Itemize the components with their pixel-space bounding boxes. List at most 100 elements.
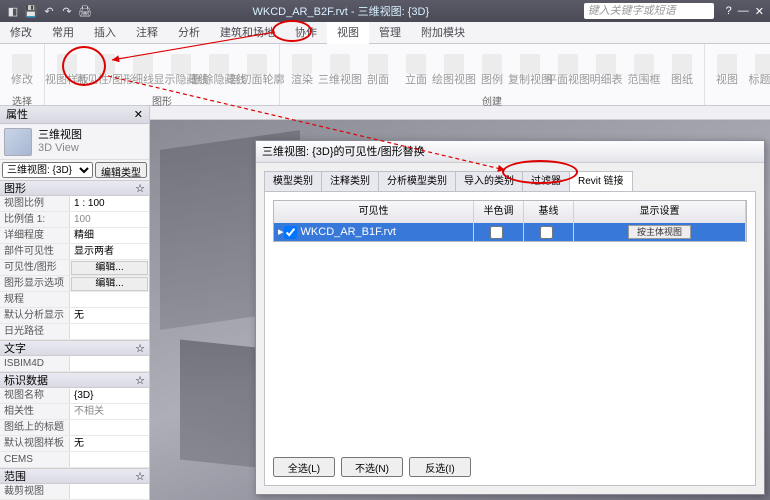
minimize-icon[interactable]: — (738, 5, 749, 18)
property-row: 裁剪视图 (0, 484, 149, 500)
property-value[interactable]: 无 (70, 436, 149, 451)
ribbon-button[interactable]: 明细表 (590, 46, 622, 93)
property-section[interactable]: 范围☆ (0, 468, 149, 484)
dialog-tab[interactable]: Revit 链接 (569, 171, 633, 191)
instance-selector[interactable]: 三维视图: {3D} (2, 162, 93, 178)
ribbon-button[interactable]: 范围框 (628, 46, 660, 93)
property-value[interactable] (70, 292, 149, 307)
search-input[interactable]: 键入关键字或短语 (584, 3, 714, 19)
invert-selection-button[interactable]: 反选(I) (409, 457, 471, 477)
property-value[interactable]: 编辑... (71, 261, 148, 275)
properties-header: 属性 ✕ (0, 106, 149, 124)
ribbon-button[interactable]: 可见性/图形 (89, 46, 121, 93)
property-value[interactable] (70, 356, 149, 371)
menu-tab-4[interactable]: 分析 (168, 22, 210, 44)
menu-tab-1[interactable]: 常用 (42, 22, 84, 44)
ribbon-button[interactable]: 平面视图 (552, 46, 584, 93)
menu-tab-0[interactable]: 修改 (0, 22, 42, 44)
properties-panel: 属性 ✕ 三维视图 3D View 三维视图: {3D} 编辑类型 图形☆视图比… (0, 106, 150, 500)
property-row: 视图名称{3D} (0, 388, 149, 404)
menu-tab-9[interactable]: 附加模块 (411, 22, 475, 44)
property-row: ISBIM4D (0, 356, 149, 372)
ribbon-button[interactable]: 标题栏 (749, 46, 770, 93)
ribbon-button[interactable]: 剖面 (362, 46, 394, 93)
property-section[interactable]: 标识数据☆ (0, 372, 149, 388)
type-selector[interactable]: 三维视图 3D View (0, 124, 149, 160)
save-icon[interactable]: 💾 (24, 4, 38, 18)
property-value[interactable]: 1 : 100 (70, 196, 149, 211)
property-row: 详细程度精细 (0, 228, 149, 244)
ribbon-button[interactable]: 视图 (711, 46, 743, 93)
ribbon-button[interactable]: 三维视图 (324, 46, 356, 93)
undo-icon[interactable]: ↶ (42, 4, 56, 18)
select-none-button[interactable]: 不选(N) (341, 457, 403, 477)
ribbon-button[interactable]: 剖切面轮廓 (241, 46, 273, 93)
property-section[interactable]: 图形☆ (0, 180, 149, 196)
property-value[interactable] (70, 324, 149, 339)
dialog-tab[interactable]: 模型类别 (264, 171, 322, 191)
group-label: 选择 (6, 93, 38, 105)
ribbon: 修改选择视图样板可见性/图形细线显示隐藏线删除隐藏线剖切面轮廓图形渲染三维视图剖… (0, 44, 770, 106)
property-row: 图形显示选项编辑... (0, 276, 149, 292)
ribbon-group: 渲染三维视图剖面立面绘图视图图例复制视图平面视图明细表范围框图纸创建 (280, 44, 705, 105)
display-settings-button[interactable]: 按主体视图 (628, 225, 691, 239)
table-row[interactable]: ▸WKCD_AR_B1F.rvt 按主体视图 (274, 223, 746, 241)
property-value[interactable]: 显示两者 (70, 244, 149, 259)
property-key: 视图名称 (0, 388, 70, 403)
table-header: 可见性 半色调 基线 显示设置 (274, 201, 746, 223)
property-row: 比例值 1:100 (0, 212, 149, 228)
property-section[interactable]: 文字☆ (0, 340, 149, 356)
print-icon[interactable]: 🖨 (78, 4, 92, 18)
ribbon-button[interactable]: 修改 (6, 46, 38, 93)
menu-tab-3[interactable]: 注释 (126, 22, 168, 44)
ribbon-button[interactable]: 复制视图 (514, 46, 546, 93)
ribbon-button[interactable]: 渲染 (286, 46, 318, 93)
property-value[interactable] (70, 484, 149, 499)
property-value[interactable]: 100 (70, 212, 149, 227)
edit-type-button[interactable]: 编辑类型 (95, 162, 147, 178)
group-label: 图纸组合 (711, 93, 770, 105)
menu-tab-6[interactable]: 协作 (285, 22, 327, 44)
menu-tab-7[interactable]: 视图 (327, 22, 369, 44)
group-label: 创建 (286, 93, 698, 105)
dialog-tab[interactable]: 过滤器 (522, 171, 570, 191)
property-value[interactable] (70, 420, 149, 435)
halftone-checkbox[interactable] (490, 226, 503, 239)
property-value[interactable]: 精细 (70, 228, 149, 243)
property-key: ISBIM4D (0, 356, 70, 371)
app-icon[interactable]: ◧ (6, 4, 20, 18)
close-icon[interactable]: ✕ (755, 5, 764, 18)
menu-tab-5[interactable]: 建筑和场地 (210, 22, 285, 44)
property-row: 图纸上的标题 (0, 420, 149, 436)
visibility-checkbox[interactable] (284, 226, 297, 239)
property-key: 比例值 1: (0, 212, 70, 227)
window-title: WKCD_AR_B2F.rvt - 三维视图: {3D} (98, 3, 584, 19)
redo-icon[interactable]: ↷ (60, 4, 74, 18)
dialog-tab[interactable]: 分析模型类别 (378, 171, 456, 191)
dialog-tabs: 模型类别注释类别分析模型类别导入的类别过滤器Revit 链接 (264, 171, 756, 191)
property-key: 裁剪视图 (0, 484, 70, 499)
close-icon[interactable]: ✕ (134, 106, 143, 123)
ribbon-button[interactable]: 绘图视图 (438, 46, 470, 93)
select-all-button[interactable]: 全选(L) (273, 457, 335, 477)
ribbon-button[interactable]: 图纸 (666, 46, 698, 93)
property-key: 详细程度 (0, 228, 70, 243)
property-key: 规程 (0, 292, 70, 307)
menu-tab-8[interactable]: 管理 (369, 22, 411, 44)
ribbon-button[interactable]: 图例 (476, 46, 508, 93)
ribbon-button[interactable]: 立面 (400, 46, 432, 93)
property-key: 图纸上的标题 (0, 420, 70, 435)
property-value[interactable]: {3D} (70, 388, 149, 403)
property-row: CEMS (0, 452, 149, 468)
property-grid: 图形☆视图比例1 : 100比例值 1:100详细程度精细部件可见性显示两者可见… (0, 180, 149, 500)
property-value[interactable] (70, 452, 149, 467)
menu-tab-2[interactable]: 插入 (84, 22, 126, 44)
underlay-checkbox[interactable] (540, 226, 553, 239)
dialog-tab[interactable]: 导入的类别 (455, 171, 523, 191)
property-value[interactable]: 无 (70, 308, 149, 323)
dialog-tab[interactable]: 注释类别 (321, 171, 379, 191)
help-icon[interactable]: ? (726, 5, 732, 18)
property-key: CEMS (0, 452, 70, 467)
property-value[interactable]: 编辑... (71, 277, 148, 291)
property-value[interactable]: 不相关 (70, 404, 149, 419)
